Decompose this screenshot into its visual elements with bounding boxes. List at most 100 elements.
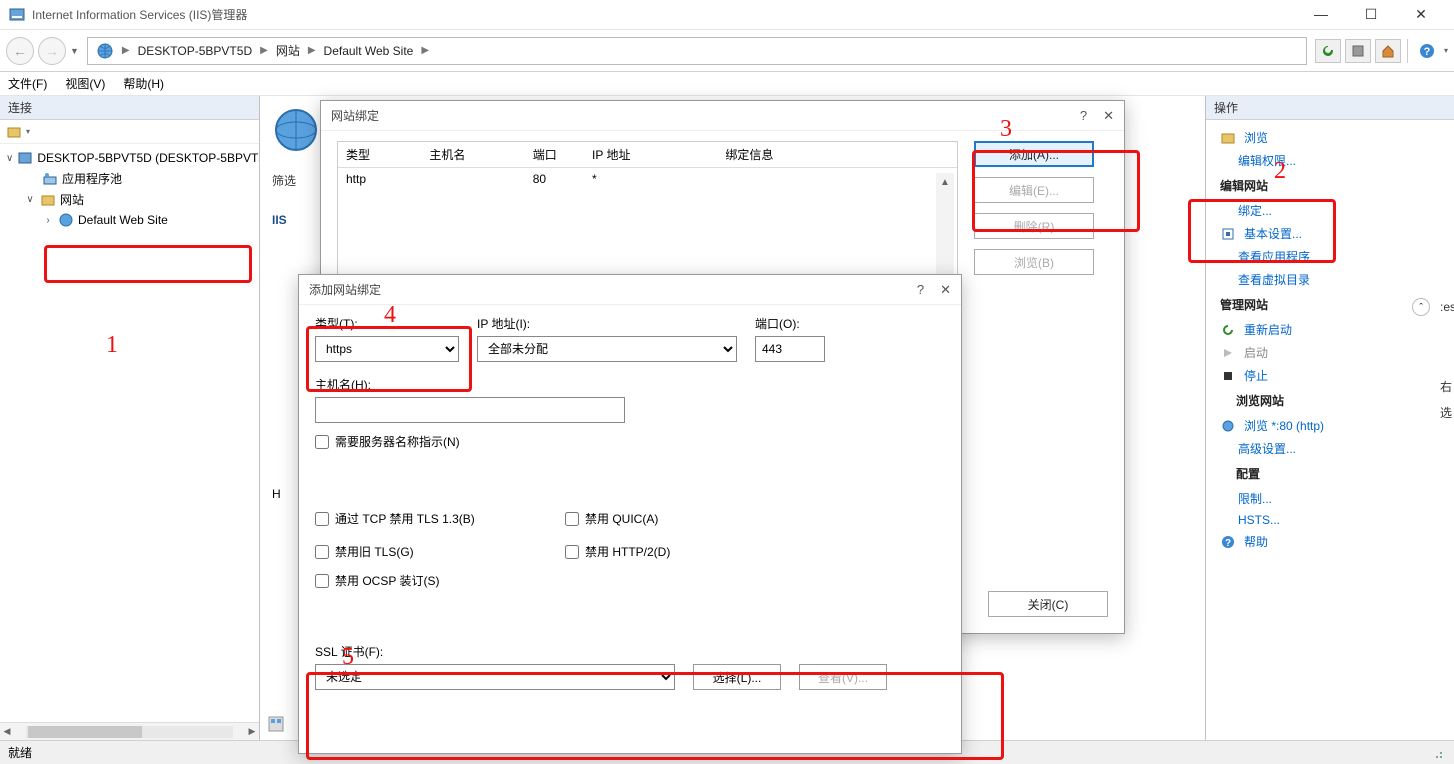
binding-row[interactable]: http 80 * [338, 168, 957, 190]
action-stop[interactable]: 停止 [1206, 364, 1454, 387]
ocsp-checkbox[interactable] [315, 574, 329, 588]
action-bindings[interactable]: 绑定... [1206, 199, 1454, 222]
back-button[interactable]: ← [6, 37, 34, 65]
connections-header: 连接 [0, 96, 259, 120]
start-icon [1220, 345, 1236, 361]
maximize-button[interactable]: ☐ [1356, 6, 1386, 23]
section-manage-site: 管理网站ˆ [1206, 291, 1454, 318]
tree-server[interactable]: ∨ DESKTOP-5BPVT5D (DESKTOP-5BPVT5D) [6, 148, 259, 168]
action-view-apps[interactable]: 查看应用程序 [1206, 245, 1454, 268]
action-browse[interactable]: 浏览 [1206, 126, 1454, 149]
titlebar: Internet Information Services (IIS)管理器 —… [0, 0, 1454, 30]
tree-app-pools[interactable]: 应用程序池 [6, 168, 259, 189]
port-input[interactable] [755, 336, 825, 362]
features-view-icon[interactable] [268, 716, 284, 732]
tree-sites[interactable]: ∨ 网站 [6, 189, 259, 210]
bindings-add-button[interactable]: 添加(A)... [974, 141, 1094, 167]
action-hsts[interactable]: HSTS... [1206, 510, 1454, 530]
col-port[interactable]: 端口 [525, 142, 581, 167]
breadcrumb-sites[interactable]: 网站 [276, 42, 300, 59]
cut-fragment-ces: :es [1438, 300, 1454, 314]
menu-file[interactable]: 文件(F) [8, 75, 47, 92]
ssl-view-button[interactable]: 查看(V)... [799, 664, 887, 690]
add-binding-dialog: 添加网站绑定 ? ✕ 类型(T): https IP 地址(I): 全部未分配 … [298, 274, 962, 754]
sni-label: 需要服务器名称指示(N) [335, 433, 460, 450]
bindings-remove-button[interactable]: 删除(R) [974, 213, 1094, 239]
bindings-dialog-title[interactable]: 网站绑定 ? ✕ [321, 101, 1124, 131]
addbinding-help-button[interactable]: ? [917, 282, 924, 298]
connections-tree: ∨ DESKTOP-5BPVT5D (DESKTOP-5BPVT5D) 应用程序… [0, 144, 259, 722]
action-edit-permissions[interactable]: 编辑权限... [1206, 149, 1454, 172]
menu-view[interactable]: 视图(V) [65, 75, 105, 92]
window-title: Internet Information Services (IIS)管理器 [32, 6, 1306, 23]
breadcrumb[interactable]: ▶ DESKTOP-5BPVT5D ▶ 网站 ▶ Default Web Sit… [87, 37, 1307, 65]
host-input[interactable] [315, 397, 625, 423]
explore-icon [1220, 130, 1236, 146]
addbinding-close-button[interactable]: ✕ [940, 282, 951, 298]
sni-checkbox[interactable] [315, 435, 329, 449]
cut-fragment-right: 右 [1438, 378, 1454, 395]
collapse-icon[interactable]: ˆ [1412, 298, 1430, 316]
breadcrumb-server[interactable]: DESKTOP-5BPVT5D [138, 44, 252, 58]
globe-icon [96, 42, 114, 60]
menubar: 文件(F) 视图(V) 帮助(H) [0, 72, 1454, 96]
sites-folder-icon [40, 192, 56, 208]
col-type[interactable]: 类型 [338, 142, 418, 167]
help-button-toolbar[interactable]: ? [1414, 39, 1440, 63]
tree-hscroll[interactable]: ◀ ▶ [0, 722, 259, 740]
connections-panel: 连接 ▾ ∨ DESKTOP-5BPVT5D (DESKTOP-5BPVT5D)… [0, 96, 260, 740]
connect-icon[interactable] [6, 124, 22, 140]
ssl-cert-select[interactable]: 未选定 [315, 664, 675, 690]
server-icon [17, 150, 33, 166]
breadcrumb-site[interactable]: Default Web Site [324, 44, 414, 58]
bindings-edit-button[interactable]: 编辑(E)... [974, 177, 1094, 203]
bindings-close-button[interactable]: ✕ [1103, 108, 1114, 124]
col-host[interactable]: 主机名 [421, 142, 521, 167]
oldtls-checkbox[interactable] [315, 545, 329, 559]
action-view-vdir[interactable]: 查看虚拟目录 [1206, 268, 1454, 291]
ssl-select-button[interactable]: 选择(L)... [693, 664, 781, 690]
status-text: 就绪 [8, 744, 32, 761]
ip-select[interactable]: 全部未分配 [477, 336, 737, 362]
globe-icon [58, 212, 74, 228]
stop-button-toolbar[interactable] [1345, 39, 1371, 63]
nav-history-dropdown[interactable]: ▼ [70, 46, 79, 56]
section-browse-site: 浏览网站 [1206, 387, 1454, 414]
action-help[interactable]: ?帮助 [1206, 530, 1454, 553]
type-select[interactable]: https [315, 336, 459, 362]
label-port: 端口(O): [755, 315, 825, 332]
label-ip: IP 地址(I): [477, 315, 737, 332]
bindings-close-btn[interactable]: 关闭(C) [988, 591, 1108, 617]
refresh-button[interactable] [1315, 39, 1341, 63]
navigation-bar: ← → ▼ ▶ DESKTOP-5BPVT5D ▶ 网站 ▶ Default W… [0, 30, 1454, 72]
action-restart[interactable]: 重新启动 [1206, 318, 1454, 341]
action-limits[interactable]: 限制... [1206, 487, 1454, 510]
label-ssl: SSL 证书(F): [315, 643, 945, 660]
home-button[interactable] [1375, 39, 1401, 63]
tls13-checkbox[interactable] [315, 512, 329, 526]
close-button[interactable]: ✕ [1406, 6, 1436, 23]
bindings-help-button[interactable]: ? [1080, 108, 1087, 124]
http2-checkbox[interactable] [565, 545, 579, 559]
action-advanced[interactable]: 高级设置... [1206, 437, 1454, 460]
action-start[interactable]: 启动 [1206, 341, 1454, 364]
action-basic-settings[interactable]: 基本设置... [1206, 222, 1454, 245]
svg-text:?: ? [1424, 46, 1431, 58]
label-type: 类型(T): [315, 315, 459, 332]
tree-default-site[interactable]: › Default Web Site [6, 210, 259, 230]
svg-text:?: ? [1225, 538, 1231, 549]
action-browse-80[interactable]: 浏览 *:80 (http) [1206, 414, 1454, 437]
actions-panel: 操作 浏览 编辑权限... 编辑网站 绑定... 基本设置... 查看应用程序 … [1206, 96, 1454, 740]
cut-fragment-select: 选 [1438, 404, 1454, 421]
actions-header: 操作 [1206, 96, 1454, 120]
forward-button[interactable]: → [38, 37, 66, 65]
col-info[interactable]: 绑定信息 [717, 142, 917, 167]
menu-help[interactable]: 帮助(H) [123, 75, 164, 92]
settings-icon [1220, 226, 1236, 242]
minimize-button[interactable]: — [1306, 6, 1336, 23]
quic-checkbox[interactable] [565, 512, 579, 526]
help-icon: ? [1220, 534, 1236, 550]
add-binding-title[interactable]: 添加网站绑定 ? ✕ [299, 275, 961, 305]
col-ip[interactable]: IP 地址 [584, 142, 714, 167]
bindings-browse-button[interactable]: 浏览(B) [974, 249, 1094, 275]
